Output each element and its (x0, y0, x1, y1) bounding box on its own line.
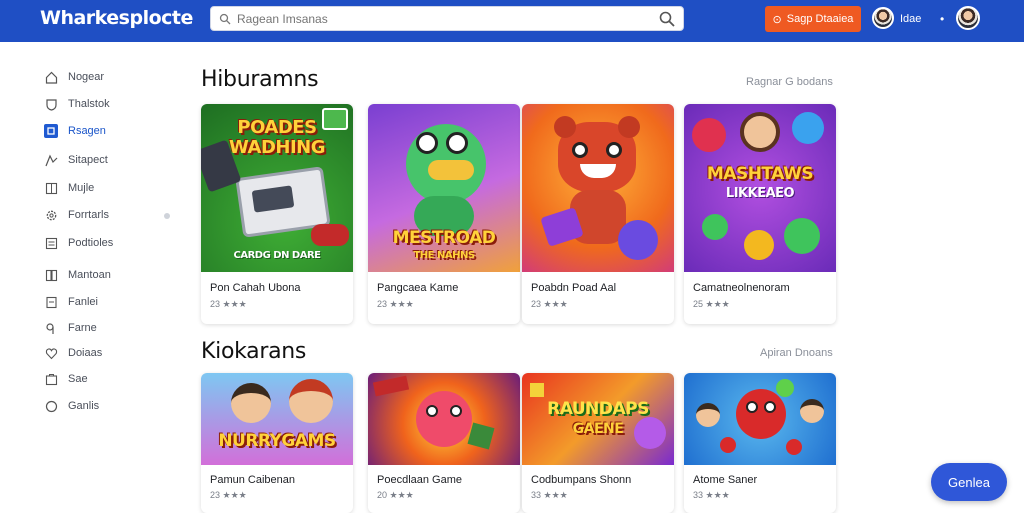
game-card[interactable]: MESTROAD THE NAHNS Pangcaea Kame 23 ★★★ (368, 104, 520, 324)
floating-action-button[interactable]: Genlea (931, 463, 1007, 501)
section-link-2[interactable]: Apiran Dnoans (760, 347, 833, 359)
app-logo[interactable]: Wharkesplocte (40, 7, 193, 29)
card-title[interactable]: Pamun Caibenan (210, 474, 295, 486)
shield-icon (44, 97, 58, 111)
game-card[interactable]: Atome Saner 33 ★★★ (684, 373, 836, 513)
profile-avatar[interactable] (956, 6, 980, 30)
card-title[interactable]: Atome Saner (693, 474, 757, 486)
sidebar-item-4[interactable]: Sitapect (44, 151, 108, 169)
card-rating: 23 ★★★ (531, 299, 568, 309)
game-thumbnail[interactable]: RAUNDAPS GAENE (522, 373, 674, 465)
game-card[interactable]: Poabdn Poad Aal 23 ★★★ (522, 104, 674, 324)
tag-icon (44, 321, 58, 335)
menu-dot-icon[interactable]: • (940, 12, 944, 26)
game-thumbnail[interactable]: POADES WADHING CARDG DN DARE (201, 104, 353, 272)
search-input[interactable] (237, 11, 659, 26)
game-card[interactable]: NURRYGAMS Pamun Caibenan 23 ★★★ (201, 373, 353, 513)
square-icon (44, 124, 58, 138)
bag-icon (44, 372, 58, 386)
card-art-subtitle: GAENE (572, 421, 624, 437)
sidebar-item-2[interactable]: Thalstok (44, 95, 110, 113)
card-rating: 33 ★★★ (693, 490, 730, 500)
card-rating: 23 ★★★ (377, 299, 414, 309)
card-art-title: NURRYGAMS (218, 431, 336, 451)
chart-icon (44, 153, 58, 167)
home-icon (44, 70, 58, 84)
card-rating: 25 ★★★ (693, 299, 730, 309)
grid-icon (44, 181, 58, 195)
card-art-title: RAUNDAPS (547, 399, 649, 419)
doc-icon (44, 295, 58, 309)
card-art-title: MESTROAD (392, 228, 496, 248)
game-card[interactable]: MASHTAWS LIKKEAEO Camatneolnenoram 25 ★★… (684, 104, 836, 324)
section-link-1[interactable]: Ragnar G bodans (746, 76, 833, 88)
scroll-indicator[interactable] (164, 213, 170, 219)
sidebar-item-7[interactable]: Podtioles (44, 234, 113, 252)
section-title-2: Kiokarans (201, 339, 307, 364)
sidebar-item-5[interactable]: Mujle (44, 179, 94, 197)
sidebar-item-13[interactable]: Ganlis (44, 397, 99, 415)
circle-icon (44, 399, 58, 413)
top-bar: Wharkesplocte ⊙ Sagp Dtaaiea Idae • (0, 0, 1024, 42)
card-art-subtitle: CARDG DN DARE (233, 250, 322, 261)
game-thumbnail[interactable] (522, 104, 674, 272)
sidebar-item-10[interactable]: Farne (44, 319, 97, 337)
card-art-title: MASHTAWS (706, 164, 814, 184)
game-thumbnail[interactable] (684, 373, 836, 465)
book-icon (44, 268, 58, 282)
gear-icon (44, 208, 58, 222)
sidebar-item-9[interactable]: Fanlei (44, 293, 98, 311)
section-title-1: Hiburamns (201, 67, 319, 92)
search-bar[interactable] (210, 6, 684, 31)
card-rating: 33 ★★★ (531, 490, 568, 500)
search-icon[interactable] (659, 11, 675, 27)
search-filter-icon (219, 13, 231, 24)
sidebar-item-8[interactable]: Mantoan (44, 266, 111, 284)
heart-icon (44, 346, 58, 360)
game-thumbnail[interactable]: MASHTAWS LIKKEAEO (684, 104, 836, 272)
sidebar: Nogear Thalstok Rsagen Sitapect Mujle Fo… (0, 42, 180, 512)
game-card[interactable]: POADES WADHING CARDG DN DARE Pon Cahah U… (201, 104, 353, 324)
card-title[interactable]: Poecdlaan Game (377, 474, 462, 486)
card-title[interactable]: Pon Cahah Ubona (210, 282, 301, 294)
game-card[interactable]: Poecdlaan Game 20 ★★★ (368, 373, 520, 513)
card-rating: 23 ★★★ (210, 299, 247, 309)
sidebar-item-12[interactable]: Sae (44, 370, 88, 388)
card-art-title: POADES WADHING (228, 117, 326, 158)
game-thumbnail[interactable] (368, 373, 520, 465)
card-art-subtitle: THE NAHNS (413, 250, 475, 261)
sidebar-item-active[interactable]: Rsagen (44, 122, 106, 140)
list-icon (44, 236, 58, 250)
card-rating: 20 ★★★ (377, 490, 414, 500)
cta-icon: ⊙ (772, 13, 782, 26)
sidebar-item-11[interactable]: Doiaas (44, 344, 102, 362)
user-name[interactable]: Idae (900, 13, 921, 25)
game-thumbnail[interactable]: MESTROAD THE NAHNS (368, 104, 520, 272)
card-title[interactable]: Codbumpans Shonn (531, 474, 631, 486)
game-card[interactable]: RAUNDAPS GAENE Codbumpans Shonn 33 ★★★ (522, 373, 674, 513)
card-title[interactable]: Pangcaea Kame (377, 282, 458, 294)
cta-label: Sagp Dtaaiea (786, 13, 854, 25)
game-thumbnail[interactable]: NURRYGAMS (201, 373, 353, 465)
user-avatar[interactable] (872, 7, 894, 29)
sidebar-item-home[interactable]: Nogear (44, 68, 104, 86)
sidebar-item-6[interactable]: Forrtarls (44, 206, 109, 224)
card-title[interactable]: Poabdn Poad Aal (531, 282, 616, 294)
card-title[interactable]: Camatneolnenoram (693, 282, 790, 294)
card-rating: 23 ★★★ (210, 490, 247, 500)
card-art-subtitle: LIKKEAEO (725, 186, 795, 201)
cta-button[interactable]: ⊙ Sagp Dtaaiea (765, 6, 861, 32)
